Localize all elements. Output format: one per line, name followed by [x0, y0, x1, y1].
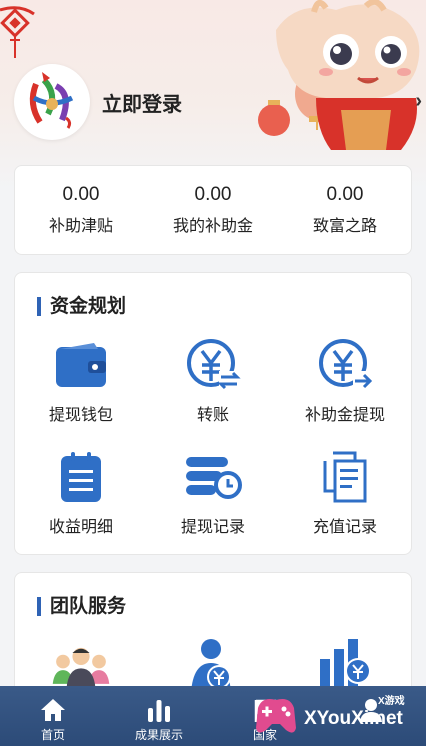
team-people-button[interactable] — [15, 637, 147, 693]
fund-planning-card: 资金规划 提现钱包 转账 补助金提现 收益明细 提现记录 充值记录 — [14, 272, 412, 555]
record-clock-icon — [186, 457, 242, 499]
tab-achievements[interactable]: 成果展示 — [106, 686, 212, 746]
stat-label: 致富之路 — [312, 218, 377, 235]
login-link[interactable]: 立即登录 — [102, 88, 182, 117]
gamepad-logo-icon — [256, 699, 296, 733]
earnings-detail-button[interactable]: 收益明细 — [15, 449, 147, 537]
subsidy-withdraw-button[interactable]: 补助金提现 — [279, 337, 411, 425]
avatar[interactable] — [14, 64, 90, 140]
clipboard-icon — [61, 452, 101, 502]
watermark-small-text: X游戏 — [378, 696, 405, 707]
tab-label: 成果展示 — [134, 728, 183, 742]
transfer-icon — [187, 339, 241, 390]
stat-value: 0.00 — [326, 184, 364, 205]
watermark-overlay: X游戏 XYouXi.net — [250, 688, 420, 744]
logo-icon — [29, 72, 74, 129]
item-label: 收益明细 — [48, 519, 113, 536]
stat-value: 0.00 — [62, 184, 100, 205]
item-label: 提现记录 — [180, 519, 245, 536]
recharge-record-button[interactable]: 充值记录 — [279, 449, 411, 537]
bar-chart-money-icon — [320, 639, 371, 693]
bar-chart-money-button[interactable] — [279, 637, 411, 693]
stat-label: 我的补助金 — [172, 218, 253, 235]
item-label: 转账 — [196, 407, 229, 424]
withdraw-icon — [319, 339, 373, 389]
stat-wealth-road[interactable]: 0.00 致富之路 — [279, 184, 411, 236]
stat-value: 0.00 — [194, 184, 232, 205]
item-label: 提现钱包 — [48, 407, 113, 424]
team-people-icon — [52, 647, 110, 689]
stat-my-subsidy[interactable]: 0.00 我的补助金 — [147, 184, 279, 236]
chevron-right-icon[interactable]: › — [415, 90, 422, 113]
person-money-icon — [191, 639, 231, 693]
withdraw-record-button[interactable]: 提现记录 — [147, 449, 279, 537]
section-title-fund: 资金规划 — [37, 297, 126, 316]
document-copy-icon — [323, 451, 367, 503]
transfer-button[interactable]: 转账 — [147, 337, 279, 425]
item-label: 充值记录 — [312, 519, 377, 536]
withdraw-wallet-button[interactable]: 提现钱包 — [15, 337, 147, 425]
wallet-icon — [56, 343, 106, 387]
stat-subsidy-allowance[interactable]: 0.00 补助津贴 — [15, 184, 147, 236]
balance-stats-card: 0.00 补助津贴 0.00 我的补助金 0.00 致富之路 — [14, 165, 412, 255]
stat-label: 补助津贴 — [48, 218, 113, 235]
watermark-brand: XYouXi.net — [304, 708, 403, 729]
tab-label: 首页 — [40, 728, 65, 742]
profile-header: 立即登录 › — [0, 0, 426, 190]
person-money-button[interactable] — [147, 637, 279, 693]
item-label: 补助金提现 — [304, 407, 385, 424]
tab-home[interactable]: 首页 — [0, 686, 106, 746]
section-title-team: 团队服务 — [37, 597, 126, 616]
bars-icon — [148, 700, 170, 722]
chinese-knot-decoration — [0, 6, 35, 58]
home-icon — [41, 699, 65, 721]
dragon-mascot-illustration — [258, 0, 420, 150]
